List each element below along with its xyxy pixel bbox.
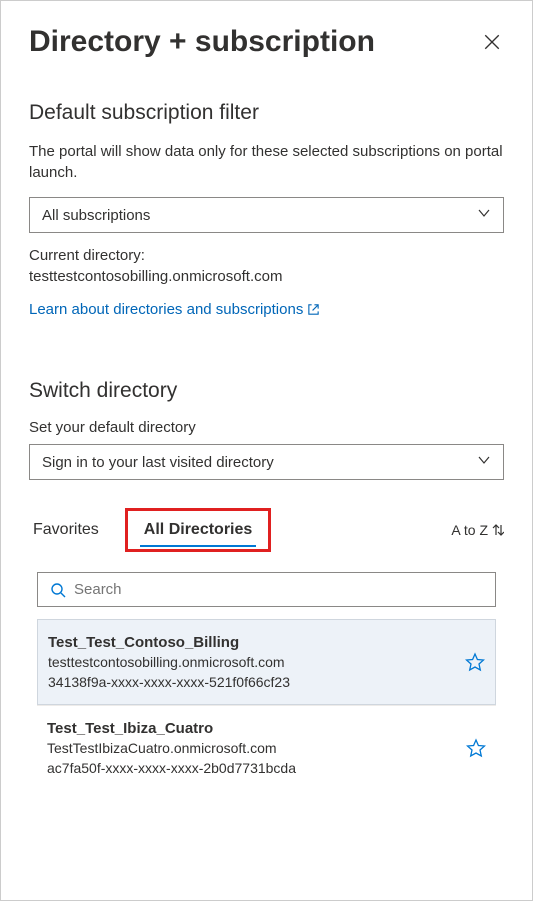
default-directory-value: Sign in to your last visited directory (42, 454, 274, 471)
subscription-filter-heading: Default subscription filter (29, 101, 504, 125)
sort-toggle[interactable]: A to Z (451, 522, 504, 538)
close-icon (483, 33, 501, 51)
search-icon (50, 582, 66, 598)
close-button[interactable] (480, 30, 504, 54)
chevron-down-icon (477, 453, 491, 471)
subscription-filter-description: The portal will show data only for these… (29, 141, 504, 183)
sort-label: A to Z (451, 522, 488, 538)
tab-all-directories[interactable]: All Directories (140, 515, 256, 545)
directory-item[interactable]: Test_Test_Ibiza_Cuatro TestTestIbizaCuat… (37, 705, 496, 790)
tab-favorites[interactable]: Favorites (29, 515, 103, 545)
favorite-toggle[interactable] (465, 652, 485, 672)
star-icon (465, 652, 485, 672)
current-directory-label: Current directory: (29, 247, 145, 264)
directory-domain: testtestcontosobilling.onmicrosoft.com (48, 653, 290, 673)
learn-link-text: Learn about directories and subscription… (29, 301, 303, 318)
default-directory-label: Set your default directory (29, 419, 504, 436)
directory-domain: TestTestIbizaCuatro.onmicrosoft.com (47, 739, 296, 759)
subscription-filter-dropdown[interactable]: All subscriptions (29, 197, 504, 233)
highlighted-tab-container: All Directories (125, 508, 271, 552)
panel-title: Directory + subscription (29, 25, 375, 59)
directory-search[interactable] (37, 572, 496, 607)
external-link-icon (307, 303, 320, 316)
current-directory-value: testtestcontosobilling.onmicrosoft.com (29, 268, 282, 285)
directory-id: ac7fa50f-xxxx-xxxx-xxxx-2b0d7731bcda (47, 759, 296, 779)
directory-name: Test_Test_Ibiza_Cuatro (47, 718, 296, 739)
switch-directory-heading: Switch directory (29, 379, 504, 403)
directory-item[interactable]: Test_Test_Contoso_Billing testtestcontos… (37, 619, 496, 705)
chevron-down-icon (477, 206, 491, 224)
directory-name: Test_Test_Contoso_Billing (48, 632, 290, 653)
search-input[interactable] (74, 581, 483, 598)
learn-link[interactable]: Learn about directories and subscription… (29, 301, 320, 318)
directory-list: Test_Test_Contoso_Billing testtestcontos… (37, 619, 496, 790)
sort-arrows-icon (492, 523, 504, 537)
directory-id: 34138f9a-xxxx-xxxx-xxxx-521f0f66cf23 (48, 673, 290, 693)
favorite-toggle[interactable] (466, 738, 486, 758)
star-icon (466, 738, 486, 758)
default-directory-dropdown[interactable]: Sign in to your last visited directory (29, 444, 504, 480)
subscription-filter-value: All subscriptions (42, 207, 150, 224)
